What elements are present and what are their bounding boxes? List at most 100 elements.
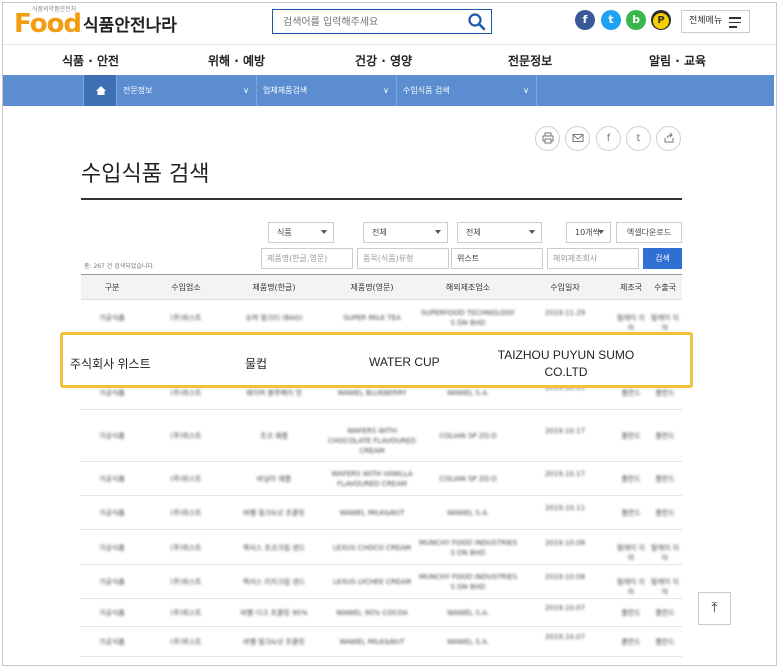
main-nav: 식품 · 안전 위해 · 예방 건강 · 영양 전문정보 알림 · 교육: [3, 44, 776, 75]
col-manufacturer[interactable]: 해외제조업소: [446, 282, 490, 293]
search-icon[interactable]: [467, 12, 487, 32]
table-cell: 말레이 지아: [617, 578, 645, 596]
table-cell: 가공식품: [99, 388, 125, 397]
col-import-date[interactable]: 수입일자: [550, 282, 579, 293]
breadcrumb-level1[interactable]: 전문정보 ∨: [117, 75, 257, 106]
table-row[interactable]: 가공식품 (주)위스트 슈퍼 밀크티 (BAG) SUPER MILK TEA SUPE…: [81, 300, 682, 335]
table-cell: 2019.10.08: [544, 538, 586, 547]
blog-icon[interactable]: b: [626, 10, 646, 30]
category-select[interactable]: 식품: [268, 222, 334, 243]
nav-hazard[interactable]: 위해 · 예방: [208, 52, 265, 69]
item-type-input[interactable]: 품목(식품)유형: [357, 248, 449, 269]
highlight-importer: 주식회사 위스트: [70, 357, 151, 371]
country-select[interactable]: 전체: [457, 222, 542, 243]
table-cell: (주)위스트: [170, 609, 202, 617]
table-cell: 바벨 다크 초콜릿 90%: [240, 609, 308, 617]
logo-tagline: 식품의약품안전처: [32, 6, 77, 13]
table-row[interactable]: 가공식품 (주)위스트 바벨 밀크&넛 초콜릿 WAWEL MILK&NUT WAWEL…: [81, 496, 682, 530]
logo-food: Food: [14, 9, 82, 39]
table-cell: 폴란드: [655, 509, 675, 517]
table-cell: WAWEL MILK&NUT: [339, 509, 405, 517]
nav-notice[interactable]: 알림 · 교육: [649, 52, 706, 69]
kakao-icon[interactable]: P: [651, 10, 671, 30]
table-cell: 폴란드: [655, 638, 675, 646]
table-cell: 2019.11.29: [544, 308, 586, 317]
twitter-icon[interactable]: t: [601, 10, 621, 30]
site-logo[interactable]: 식품의약품안전처 Food 식품안전나라: [14, 6, 177, 39]
highlight-manufacturer: TAIZHOU PUYUN SUMO CO.LTD: [497, 348, 635, 379]
table-row[interactable]: 가공식품 (주)위스트 렉서스 초코크림 샌드 LEXUS CHOCO CREAM MU…: [81, 530, 682, 565]
table-cell: 폴란드: [621, 475, 641, 483]
table-cell: WAWEL S.A.: [447, 638, 489, 646]
facebook-icon[interactable]: f: [575, 10, 595, 30]
breadcrumb: 전문정보 ∨ 업체제품검색 ∨ 수입식품 검색 ∨: [3, 75, 774, 106]
table-cell: 폴란드: [621, 432, 641, 440]
nav-health[interactable]: 건강 · 영양: [355, 52, 412, 69]
col-country[interactable]: 제조국: [620, 282, 642, 293]
manufacturer-input[interactable]: 해외제조회사: [547, 248, 639, 269]
col-category[interactable]: 구분: [105, 282, 120, 293]
nav-expert[interactable]: 전문정보: [508, 52, 552, 69]
share-icon[interactable]: [656, 126, 681, 151]
table-cell: (주)위스트: [170, 638, 202, 646]
table-cell: 2019.10.08: [544, 573, 586, 581]
table-cell: 말레이 지아: [651, 543, 679, 562]
print-icon[interactable]: [535, 126, 560, 151]
all-menu-button[interactable]: 전체메뉴: [681, 10, 750, 33]
highlighted-row[interactable]: 주식회사 위스트 물컵 WATER CUP TAIZHOU PUYUN SUMO…: [60, 332, 693, 388]
excel-download-button[interactable]: 엑셀다운로드: [616, 222, 682, 243]
table-cell: 슈퍼 밀크티 (BAG): [245, 313, 303, 322]
table-cell: WAWEL S.A.: [447, 609, 489, 617]
col-product-en[interactable]: 제품명(영문): [350, 282, 393, 293]
table-cell: 웨이퍼 블루베리 맛: [246, 388, 302, 397]
mail-icon[interactable]: [565, 126, 590, 151]
table-cell: 폴란드: [655, 388, 675, 397]
table-row[interactable]: 가공식품 (주)위스트 바닐라 웨플 WAFERS WITH VANILLA FLAV…: [81, 462, 682, 496]
col-product-kr[interactable]: 제품명(한글): [252, 282, 295, 293]
table-row[interactable]: 가공식품 (주)위스트 초코 웨플 WAFERS WITH CHOCOLATE FLA…: [81, 410, 682, 462]
table-cell: 말레이 지아: [651, 578, 679, 596]
type-select[interactable]: 전체: [363, 222, 448, 243]
hamburger-icon: [729, 17, 741, 31]
table-cell: 바닐라 웨플: [256, 475, 292, 483]
table-cell: (주)위스트: [170, 388, 202, 397]
table-cell: (주)위스트: [170, 578, 202, 586]
per-page-select[interactable]: 10개씩: [566, 222, 611, 243]
scroll-top-button[interactable]: ⤒: [698, 592, 731, 625]
table-cell: 2019.10.11: [544, 504, 586, 512]
search-input[interactable]: [273, 11, 458, 34]
table-row[interactable]: 가공식품 (주)위스트 바벨 다크 초콜릿 90% WAWEL 90% COCOA WA…: [81, 599, 682, 627]
table-cell: 폴란드: [655, 432, 675, 440]
table-row[interactable]: 가공식품 (주)위스트 렉서스 리치크림 샌드 LEXUS LYCHEE CREAM M…: [81, 565, 682, 599]
col-importer[interactable]: 수입업소: [171, 282, 200, 293]
table-row[interactable]: 가공식품 (주)위스트 바벨 밀크&넛 초콜릿 WAWEL MILK&NUT WAWEL…: [81, 627, 682, 657]
table-cell: MUNCHY FOOD INDUSTRIES S DN BHD: [418, 573, 518, 591]
logo-title: 식품안전나라: [83, 16, 177, 36]
table-cell: (주)위스트: [170, 475, 202, 483]
product-name-input[interactable]: 제품명(한글,영문): [261, 248, 353, 269]
breadcrumb-level2[interactable]: 업체제품검색 ∨: [257, 75, 397, 106]
table-cell: 2019.10.07: [544, 604, 586, 612]
chevron-down-icon: ∨: [383, 86, 389, 95]
twitter-share-icon[interactable]: t: [626, 126, 651, 151]
table-cell: WAFERS WITH VANILLA FLAVOURED CREAM: [331, 470, 413, 488]
table-cell: 바벨 밀크&넛 초콜릿: [243, 509, 305, 517]
table-cell: WAWEL S.A.: [447, 509, 489, 517]
table-cell: 폴란드: [621, 388, 641, 397]
table-cell: 말레이 지아: [617, 313, 645, 332]
search-button[interactable]: 검색: [643, 248, 682, 269]
col-export-country[interactable]: 수출국: [654, 282, 676, 293]
highlight-product-kr: 물컵: [245, 357, 268, 371]
table-cell: 폴란드: [621, 509, 641, 517]
home-icon[interactable]: [83, 75, 117, 106]
table-cell: WAWEL MILK&NUT: [339, 638, 405, 646]
table-cell: 가공식품: [99, 432, 125, 440]
table-cell: 가공식품: [99, 578, 125, 586]
table-cell: 바벨 밀크&넛 초콜릿: [243, 638, 305, 646]
table-cell: 폴란드: [621, 609, 641, 617]
table-cell: (주)위스트: [170, 509, 202, 517]
importer-input[interactable]: 위스트: [451, 248, 543, 269]
breadcrumb-level3[interactable]: 수입식품 검색 ∨: [397, 75, 537, 106]
facebook-share-icon[interactable]: f: [596, 126, 621, 151]
nav-food-safety[interactable]: 식품 · 안전: [62, 52, 119, 69]
